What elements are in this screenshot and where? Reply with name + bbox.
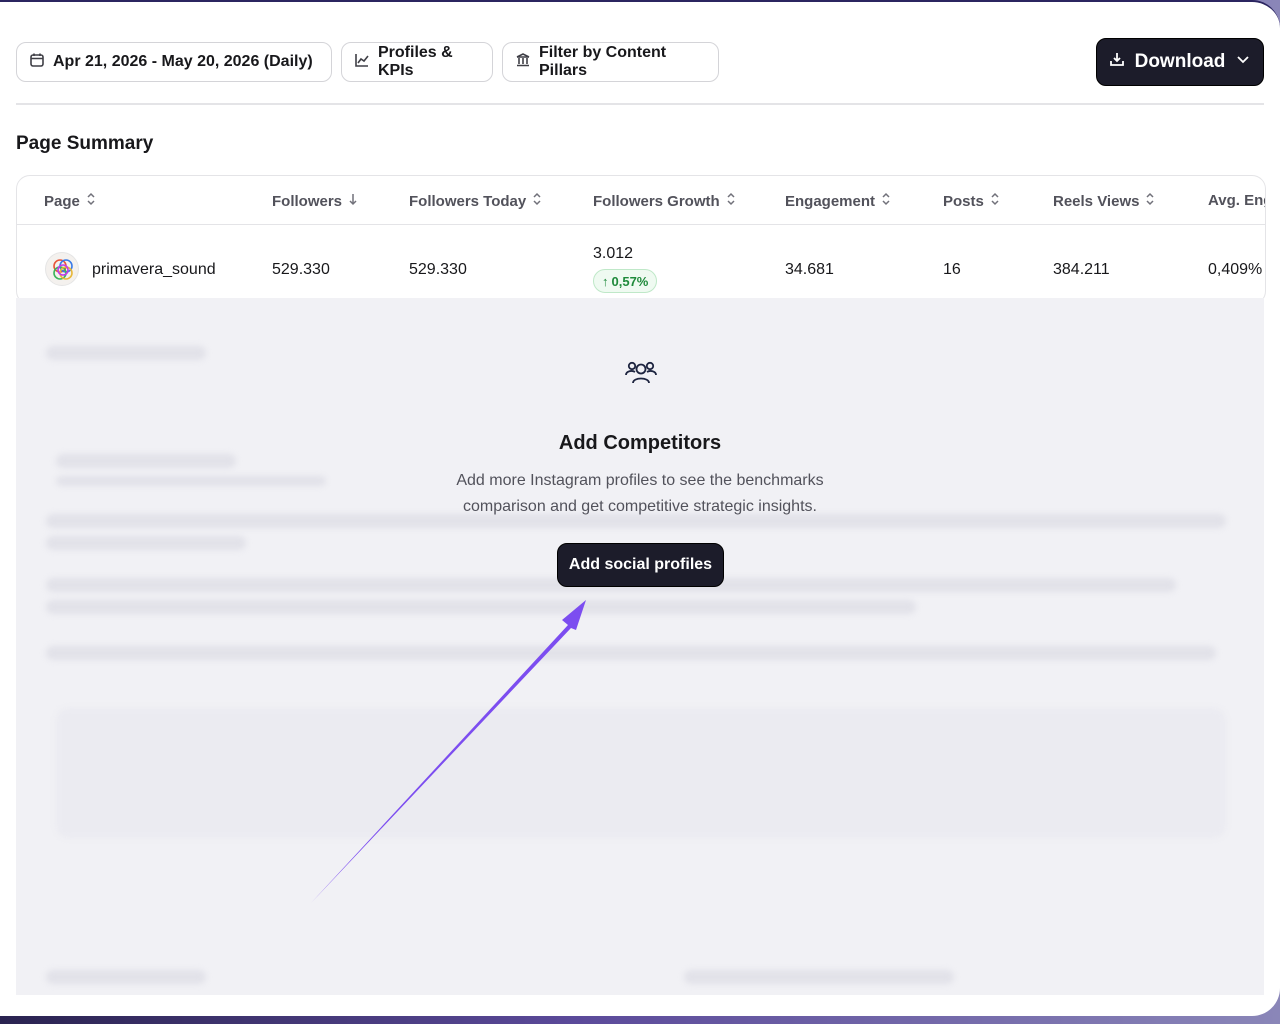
download-button[interactable]: Download bbox=[1096, 38, 1264, 86]
column-header-page[interactable]: Page bbox=[44, 192, 96, 210]
section-title: Page Summary bbox=[16, 133, 154, 154]
filter-pillars-label: Filter by Content Pillars bbox=[539, 44, 667, 79]
date-range-picker[interactable]: Apr 21, 2026 - May 20, 2026 (Daily) bbox=[16, 42, 332, 82]
sort-icon bbox=[1145, 192, 1155, 210]
competitors-title: Add Competitors bbox=[558, 432, 722, 454]
column-header-reels-views[interactable]: Reels Views bbox=[1053, 192, 1155, 210]
app-window: Apr 21, 2026 - May 20, 2026 (Daily) Prof… bbox=[0, 0, 1280, 1016]
followers-growth-value: 3.012 bbox=[593, 245, 634, 262]
profiles-kpis-button[interactable]: Profiles & KPIs bbox=[341, 42, 493, 82]
add-social-profiles-button[interactable]: Add social profiles bbox=[557, 543, 724, 587]
sort-icon bbox=[881, 192, 891, 210]
followers-today-value: 529.330 bbox=[409, 261, 467, 278]
blurred-content bbox=[46, 536, 246, 550]
download-icon bbox=[1109, 51, 1125, 73]
filter-content-pillars-button[interactable]: Filter by Content Pillars bbox=[502, 42, 719, 82]
sort-descending-icon bbox=[348, 192, 358, 210]
page-summary-table: Page Followers Followers Today Followers… bbox=[16, 175, 1266, 305]
toolbar: Apr 21, 2026 - May 20, 2026 (Daily) Prof… bbox=[16, 38, 1264, 86]
column-header-followers-today[interactable]: Followers Today bbox=[409, 192, 542, 210]
users-group-icon bbox=[624, 358, 658, 388]
arrow-up-icon: ↑ bbox=[602, 273, 609, 289]
competitors-overlay: Add Competitors Add more Instagram profi… bbox=[16, 298, 1264, 995]
column-header-followers-growth[interactable]: Followers Growth bbox=[593, 192, 736, 210]
blurred-content bbox=[46, 346, 206, 360]
page-name[interactable]: primavera_sound bbox=[92, 261, 216, 279]
blurred-content bbox=[46, 970, 206, 984]
table-header: Page Followers Followers Today Followers… bbox=[17, 176, 1265, 225]
pillars-icon bbox=[515, 52, 531, 73]
column-header-engagement[interactable]: Engagement bbox=[785, 192, 891, 210]
chevron-down-icon bbox=[1235, 51, 1251, 73]
profiles-kpis-label: Profiles & KPIs bbox=[378, 44, 453, 79]
avatar bbox=[45, 252, 79, 286]
blurred-content bbox=[684, 970, 954, 984]
column-header-followers[interactable]: Followers bbox=[272, 192, 358, 210]
avg-eng-value: 0,409% bbox=[1208, 261, 1263, 278]
competitors-description: Add more Instagram profiles to see the b… bbox=[456, 472, 824, 515]
sort-icon bbox=[86, 192, 96, 210]
blurred-content bbox=[56, 454, 236, 468]
blurred-content bbox=[56, 708, 1226, 838]
followers-value: 529.330 bbox=[272, 261, 330, 278]
sort-icon bbox=[532, 192, 542, 210]
blurred-content bbox=[56, 476, 326, 486]
sort-icon bbox=[990, 192, 1000, 210]
calendar-icon bbox=[29, 52, 45, 73]
date-range-label: Apr 21, 2026 - May 20, 2026 (Daily) bbox=[53, 53, 313, 70]
blurred-content bbox=[46, 600, 916, 614]
column-header-posts[interactable]: Posts bbox=[943, 192, 1000, 210]
posts-value: 16 bbox=[943, 261, 961, 278]
growth-badge: ↑ 0,57% bbox=[593, 269, 658, 293]
blurred-content bbox=[46, 646, 1216, 660]
reels-views-value: 384.211 bbox=[1053, 261, 1110, 278]
engagement-value: 34.681 bbox=[785, 261, 834, 278]
sort-icon bbox=[726, 192, 736, 210]
column-header-avg-eng[interactable]: Avg. Eng bbox=[1208, 192, 1265, 209]
line-chart-icon bbox=[354, 52, 370, 73]
toolbar-divider bbox=[16, 103, 1264, 105]
download-label: Download bbox=[1134, 51, 1226, 72]
